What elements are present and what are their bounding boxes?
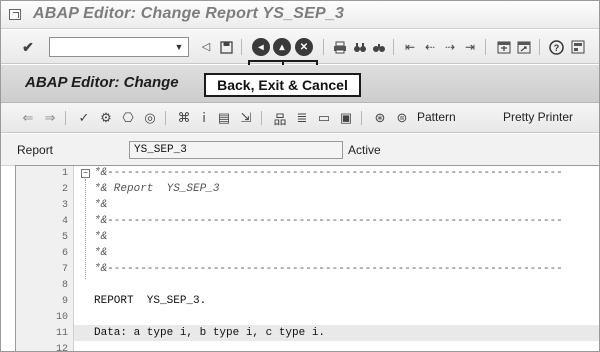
print-icon[interactable] [331,38,349,56]
code-line[interactable]: *&--------------------------------------… [94,167,563,179]
line-number: 12 [55,344,68,352]
info-icon[interactable]: ⅰ [195,109,213,127]
line-number: 2 [61,184,68,195]
display-object-icon[interactable]: ▤ [215,109,233,127]
line-number: 1 [61,168,68,179]
info-block-icon[interactable]: ▣ [337,109,355,127]
prev-icon[interactable]: ◁ [197,38,215,56]
code-line[interactable]: REPORT YS_SEP_3. [94,295,206,307]
standard-toolbar: ✔ ▼ ◁ ◂ ▴ ✕ ⇤ ⇠ ⇢ ⇥ ? [1,30,599,90]
application-toolbar: ⇐ ⇒ ✓ ⚙ ⎔ ◎ ⌘ ⅰ ▤ ⇲ 品 ≣ ▭ ▣ ⊛ ⊜ Pattern … [1,103,599,133]
create-session-icon[interactable] [495,38,513,56]
arrow-left-icon[interactable]: ⇐ [19,109,37,127]
code-line[interactable]: *&--------------------------------------… [94,215,563,227]
window-icon[interactable]: ▭ [315,109,333,127]
toolbar-separator [241,39,242,55]
code-line[interactable]: *&--------------------------------------… [94,263,563,275]
external-breakpoint-icon[interactable]: ⊜ [393,109,411,127]
toolbar-separator [261,111,262,125]
activate-icon[interactable]: ⚙ [97,109,115,127]
line-number: 10 [55,312,68,323]
report-name-field: YS_SEP_3 [129,141,343,159]
check-syntax-icon[interactable]: ✓ [75,109,93,127]
line-number: 4 [61,216,68,227]
toolbar-separator [485,39,486,55]
find-icon[interactable] [351,38,369,56]
code-line[interactable]: *& Report YS_SEP_3 [94,183,219,195]
sap-window: ABAP Editor: Change Report YS_SEP_3 ✔ ▼ … [0,0,600,352]
test-icon[interactable]: ⎔ [119,109,137,127]
callout-label: Back, Exit & Cancel [204,73,361,97]
code-line[interactable]: *& [94,231,107,243]
navigation-icon[interactable]: ⇲ [237,109,255,127]
fold-guide [85,179,86,279]
pattern-button[interactable]: Pattern [417,110,456,124]
code-line[interactable]: *& [94,247,107,259]
arrow-right-icon[interactable]: ⇒ [41,109,59,127]
line-number: 8 [61,280,68,291]
window-menu-icon[interactable] [9,9,21,20]
line-number: 6 [61,248,68,259]
last-page-icon[interactable]: ⇥ [461,38,479,56]
toolbar-separator [165,111,166,125]
code-editor[interactable]: − 1 2 3 4 5 6 7 8 9 10 11 12 *&---------… [15,165,599,352]
line-number: 7 [61,264,68,275]
line-number: 11 [55,328,68,339]
cancel-icon[interactable]: ✕ [295,38,313,56]
report-status: Active [348,143,381,157]
toolbar-separator [361,111,362,125]
next-page-icon[interactable]: ⇢ [441,38,459,56]
where-used-icon[interactable]: ◎ [141,109,159,127]
code-line[interactable]: Data: a type i, b type i, c type i. [94,327,325,339]
find-next-icon[interactable] [370,38,388,56]
command-field[interactable]: ▼ [49,37,189,57]
window-title: ABAP Editor: Change Report YS_SEP_3 [33,5,345,22]
customize-icon[interactable] [569,38,587,56]
hierarchy-icon[interactable]: 品 [271,109,289,127]
object-list-icon[interactable]: ⌘ [175,109,193,127]
exit-icon[interactable]: ▴ [273,38,291,56]
line-number: 5 [61,232,68,243]
toolbar-separator [539,39,540,55]
dropdown-icon[interactable]: ▼ [172,40,186,54]
back-icon[interactable]: ◂ [252,38,270,56]
save-icon[interactable] [217,38,235,56]
shortcut-icon[interactable] [515,38,533,56]
command-input[interactable] [50,38,168,56]
line-number: 3 [61,200,68,211]
enter-check-icon[interactable]: ✔ [19,38,37,56]
svg-text:?: ? [553,43,559,53]
breakpoint-icon[interactable]: ⊛ [371,109,389,127]
title-bar: ABAP Editor: Change Report YS_SEP_3 [1,1,599,29]
stack-icon[interactable]: ≣ [293,109,311,127]
report-header-row: Report YS_SEP_3 Active [1,134,599,166]
screen-title: ABAP Editor: Change [25,74,179,91]
first-page-icon[interactable]: ⇤ [401,38,419,56]
prev-page-icon[interactable]: ⇠ [421,38,439,56]
code-line[interactable]: *& [94,199,107,211]
pretty-printer-button[interactable]: Pretty Printer [503,110,573,124]
toolbar-separator [65,111,66,125]
toolbar-separator [323,39,324,55]
help-icon[interactable]: ? [547,38,565,56]
toolbar-separator [393,39,394,55]
line-number: 9 [61,296,68,307]
report-label: Report [17,143,54,157]
fold-toggle-icon[interactable]: − [81,169,90,178]
